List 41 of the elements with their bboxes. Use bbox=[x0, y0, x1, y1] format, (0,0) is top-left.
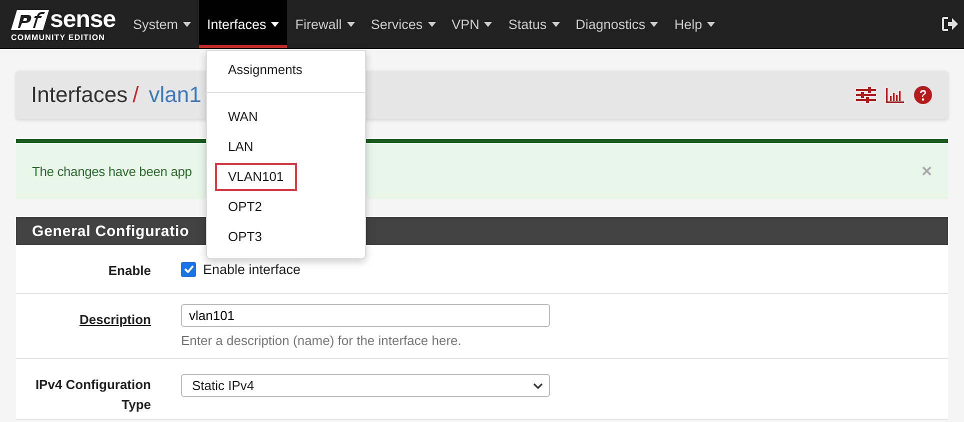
dropdown-item[interactable]: VLAN101 bbox=[215, 163, 297, 191]
description-field[interactable]: vlan101 bbox=[181, 304, 550, 327]
caret-icon bbox=[707, 22, 716, 27]
caret-icon bbox=[428, 22, 436, 27]
nav-menu-item[interactable]: Firewall bbox=[287, 0, 363, 48]
breadcrumb-current[interactable]: vlan1 bbox=[148, 82, 202, 108]
field-label-link[interactable]: Description bbox=[79, 310, 151, 330]
nav-menu-item[interactable]: Services bbox=[362, 0, 444, 48]
breadcrumb-section: Interfaces bbox=[31, 82, 128, 108]
dropdown-item[interactable]: WAN bbox=[215, 103, 271, 131]
logo-tagline: COMMUNITY EDITION bbox=[11, 32, 106, 42]
dropdown-item[interactable]: LAN bbox=[215, 133, 266, 161]
caret-icon bbox=[271, 22, 280, 27]
nav-menu-item[interactable]: System bbox=[125, 0, 200, 48]
nav-menu-item[interactable]: Help bbox=[666, 0, 724, 48]
help-icon[interactable] bbox=[914, 86, 932, 104]
help-text: Enter a description (name) for the interface here. bbox=[181, 333, 462, 348]
select-field[interactable]: Static IPv4 bbox=[181, 374, 550, 397]
field-label: IPv4 Configuration Type bbox=[34, 376, 151, 414]
sliders-icon[interactable] bbox=[856, 87, 876, 103]
logout-icon[interactable] bbox=[942, 17, 958, 31]
nav-menu-item[interactable]: Diagnostics bbox=[568, 0, 666, 48]
field-label: Enable bbox=[108, 262, 151, 280]
checkbox[interactable] bbox=[181, 262, 196, 276]
bar-chart-icon[interactable] bbox=[886, 87, 904, 103]
pf-logo-icon bbox=[11, 8, 49, 32]
breadcrumb-separator: / bbox=[132, 82, 139, 108]
nav-menu-item[interactable]: Interfaces bbox=[199, 0, 288, 48]
dropdown-item[interactable]: Assignments bbox=[215, 56, 316, 84]
nav-menu-item[interactable]: VPN bbox=[444, 0, 500, 48]
caret-icon bbox=[346, 22, 355, 27]
chevron-down-icon bbox=[533, 382, 543, 388]
nav-menu-item[interactable]: Status bbox=[500, 0, 568, 48]
caret-icon bbox=[650, 22, 658, 27]
caret-icon bbox=[484, 22, 492, 27]
caret-icon bbox=[552, 22, 560, 27]
caret-icon bbox=[183, 22, 192, 27]
checkbox-label: Enable interface bbox=[203, 262, 301, 276]
logo[interactable]: sense COMMUNITY EDITION bbox=[0, 0, 125, 48]
alert-message: The changes have been app bbox=[32, 164, 192, 178]
logo-wordmark: sense bbox=[50, 8, 116, 32]
